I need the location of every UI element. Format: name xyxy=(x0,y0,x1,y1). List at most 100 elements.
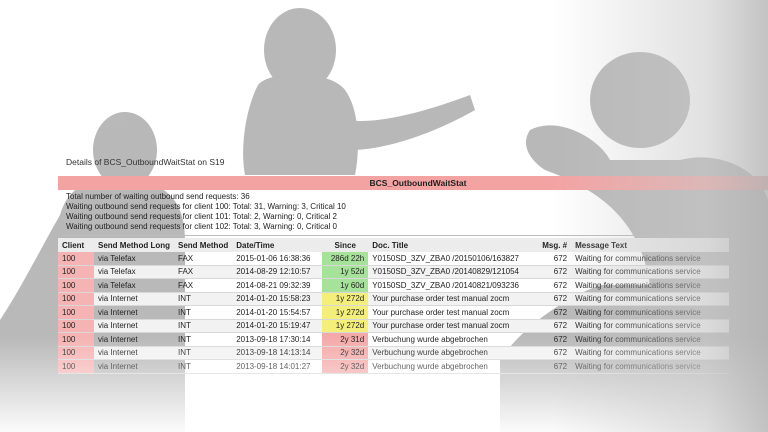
cell-send-method: FAX xyxy=(174,265,233,279)
cell-message-text: Waiting for communications service xyxy=(571,359,730,374)
cell-send-method: FAX xyxy=(174,252,233,266)
cell-msg-number: 672 xyxy=(538,332,572,347)
cell-since: 2y 32d xyxy=(322,359,369,374)
cell-date-time: 2014-08-29 12:10:57 xyxy=(232,265,323,279)
cell-client: 100 xyxy=(58,359,94,374)
cell-client: 100 xyxy=(58,332,94,347)
cell-date-time: 2013-09-18 17:30:14 xyxy=(232,332,323,347)
cell-msg-number: 672 xyxy=(538,305,572,320)
column-header-send-method[interactable]: Send Method xyxy=(174,238,233,252)
summary-line: Total number of waiting outbound send re… xyxy=(66,192,250,201)
cell-send-method-long: via Internet xyxy=(94,292,174,306)
table-row[interactable]: 100 via Internet INT 2013-09-18 14:13:14 2y … xyxy=(58,346,730,360)
cell-msg-number: 672 xyxy=(538,278,572,293)
divider xyxy=(58,235,768,236)
cell-client: 100 xyxy=(58,319,94,333)
cell-send-method-long: via Internet xyxy=(94,359,174,374)
cell-send-method-long: via Telefax xyxy=(94,265,174,279)
table-row[interactable]: 100 via Internet INT 2014-01-20 15:19:47 1y … xyxy=(58,319,730,333)
cell-since: 1y 60d xyxy=(322,278,369,293)
column-header-message-text[interactable]: Message Text xyxy=(571,238,730,252)
cell-send-method: INT xyxy=(174,305,233,320)
cell-doc-title: Y0150SD_3ZV_ZBA0 /20140829/121054 xyxy=(368,265,539,279)
cell-send-method-long: via Internet xyxy=(94,305,174,320)
cell-send-method: INT xyxy=(174,359,233,374)
column-header-since[interactable]: Since xyxy=(322,238,369,252)
cell-send-method: INT xyxy=(174,346,233,360)
cell-date-time: 2014-01-20 15:19:47 xyxy=(232,319,323,333)
cell-client: 100 xyxy=(58,265,94,279)
cell-doc-title: Verbuchung wurde abgebrochen xyxy=(368,332,539,347)
table-row[interactable]: 100 via Telefax FAX 2015-01-06 16:38:36 286d… xyxy=(58,252,730,266)
section-header: BCS_OutboundWaitStat xyxy=(58,176,768,190)
cell-date-time: 2013-09-18 14:01:27 xyxy=(232,359,323,374)
table-row[interactable]: 100 via Internet INT 2014-01-20 15:54:57 1y … xyxy=(58,305,730,320)
column-header-doc-title[interactable]: Doc. Title xyxy=(368,238,539,252)
cell-send-method-long: via Internet xyxy=(94,332,174,347)
details-title: Details of BCS_OutboundWaitStat on S19 xyxy=(66,157,225,167)
column-header-client[interactable]: Client xyxy=(58,238,94,252)
cell-doc-title: Your purchase order test manual zocm xyxy=(368,319,539,333)
table-row[interactable]: 100 via Telefax FAX 2014-08-29 12:10:57 1y 5… xyxy=(58,265,730,279)
cell-msg-number: 672 xyxy=(538,359,572,374)
cell-send-method: INT xyxy=(174,332,233,347)
cell-doc-title: Verbuchung wurde abgebrochen xyxy=(368,359,539,374)
cell-since: 1y 272d xyxy=(322,319,369,333)
cell-msg-number: 672 xyxy=(538,252,572,266)
cell-client: 100 xyxy=(58,252,94,266)
summary-line: Waiting outbound send requests for clien… xyxy=(66,222,337,231)
cell-send-method: FAX xyxy=(174,278,233,293)
cell-doc-title: Y0150SD_3ZV_ZBA0 /20140821/093236 xyxy=(368,278,539,293)
cell-client: 100 xyxy=(58,292,94,306)
cell-message-text: Waiting for communications service xyxy=(571,265,730,279)
cell-doc-title: Your purchase order test manual zocm xyxy=(368,305,539,320)
cell-message-text: Waiting for communications service xyxy=(571,332,730,347)
cell-message-text: Waiting for communications service xyxy=(571,346,730,360)
table-row[interactable]: 100 via Internet INT 2013-09-18 17:30:14 2y … xyxy=(58,332,730,347)
cell-since: 286d 22h xyxy=(322,252,369,266)
cell-date-time: 2013-09-18 14:13:14 xyxy=(232,346,323,360)
cell-send-method: INT xyxy=(174,292,233,306)
cell-since: 2y 31d xyxy=(322,332,369,347)
requests-table: Client Send Method Long Send Method Date… xyxy=(58,238,730,374)
cell-message-text: Waiting for communications service xyxy=(571,292,730,306)
cell-send-method-long: via Telefax xyxy=(94,278,174,293)
cell-client: 100 xyxy=(58,278,94,293)
cell-message-text: Waiting for communications service xyxy=(571,305,730,320)
cell-doc-title: Your purchase order test manual zocm xyxy=(368,292,539,306)
cell-date-time: 2014-01-20 15:58:23 xyxy=(232,292,323,306)
cell-client: 100 xyxy=(58,346,94,360)
cell-since: 1y 52d xyxy=(322,265,369,279)
summary-line: Waiting outbound send requests for clien… xyxy=(66,202,346,211)
cell-since: 2y 32d xyxy=(322,346,369,360)
cell-send-method: INT xyxy=(174,319,233,333)
cell-date-time: 2014-08-21 09:32:39 xyxy=(232,278,323,293)
cell-since: 1y 272d xyxy=(322,292,369,306)
table-row[interactable]: 100 via Telefax FAX 2014-08-21 09:32:39 1y 6… xyxy=(58,278,730,293)
cell-message-text: Waiting for communications service xyxy=(571,319,730,333)
cell-msg-number: 672 xyxy=(538,346,572,360)
cell-date-time: 2014-01-20 15:54:57 xyxy=(232,305,323,320)
table-row[interactable]: 100 via Internet INT 2013-09-18 14:01:27 2y … xyxy=(58,359,730,374)
cell-msg-number: 672 xyxy=(538,265,572,279)
table-row[interactable]: 100 via Internet INT 2014-01-20 15:58:23 1y … xyxy=(58,292,730,306)
summary-line: Waiting outbound send requests for clien… xyxy=(66,212,337,221)
cell-send-method-long: via Telefax xyxy=(94,252,174,266)
cell-message-text: Waiting for communications service xyxy=(571,252,730,266)
cell-send-method-long: via Internet xyxy=(94,319,174,333)
table-header-row: Client Send Method Long Send Method Date… xyxy=(58,238,730,252)
cell-doc-title: Verbuchung wurde abgebrochen xyxy=(368,346,539,360)
cell-date-time: 2015-01-06 16:38:36 xyxy=(232,252,323,266)
cell-send-method-long: via Internet xyxy=(94,346,174,360)
summary-block: Total number of waiting outbound send re… xyxy=(66,192,346,232)
cell-msg-number: 672 xyxy=(538,292,572,306)
cell-message-text: Waiting for communications service xyxy=(571,278,730,293)
cell-since: 1y 272d xyxy=(322,305,369,320)
outbound-wait-stat-panel: Details of BCS_OutboundWaitStat on S19 B… xyxy=(58,150,768,432)
cell-msg-number: 672 xyxy=(538,319,572,333)
column-header-send-method-long[interactable]: Send Method Long xyxy=(94,238,174,252)
cell-doc-title: Y0150SD_3ZV_ZBA0 /20150106/163827 xyxy=(368,252,539,266)
column-header-date-time[interactable]: Date/Time xyxy=(232,238,323,252)
cell-client: 100 xyxy=(58,305,94,320)
column-header-msg-number[interactable]: Msg. # xyxy=(538,238,572,252)
